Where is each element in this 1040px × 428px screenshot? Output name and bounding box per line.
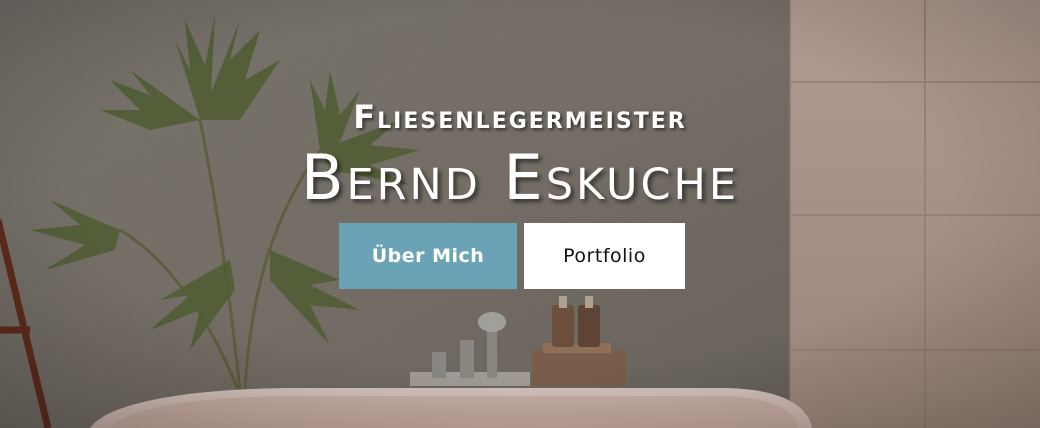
hero-title: Bernd Eskuche [300, 141, 740, 214]
portfolio-button-label: Portfolio [563, 245, 646, 267]
about-me-button-label: Über Mich [371, 245, 485, 267]
hero-section: Fliesenlegermeister Bernd Eskuche Über M… [0, 0, 1040, 428]
hero-content: Fliesenlegermeister Bernd Eskuche Über M… [0, 0, 1040, 428]
hero-subtitle: Fliesenlegermeister [353, 98, 687, 136]
portfolio-button[interactable]: Portfolio [524, 223, 685, 289]
about-me-button[interactable]: Über Mich [339, 223, 517, 289]
